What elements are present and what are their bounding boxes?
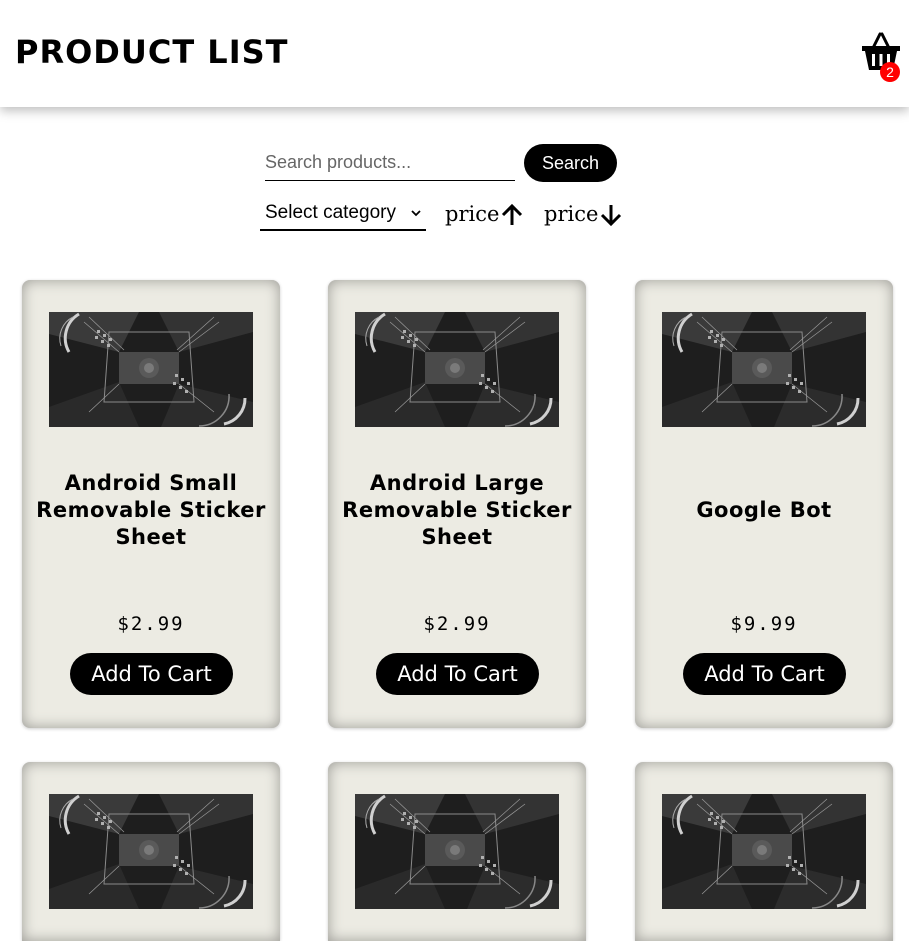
product-card: Android Large Removable Sticker Sheet $2… xyxy=(328,280,586,728)
sort-price-desc-button[interactable]: price xyxy=(544,200,624,230)
product-price: $2.99 xyxy=(117,613,185,635)
category-select[interactable]: Select category xyxy=(260,200,426,231)
product-image xyxy=(49,312,253,427)
product-image xyxy=(662,312,866,427)
sort-price-asc-label: price xyxy=(445,202,500,226)
product-image xyxy=(49,794,253,909)
add-to-cart-button[interactable]: Add To Cart xyxy=(683,653,846,695)
arrow-down-icon xyxy=(600,205,622,227)
add-to-cart-button[interactable]: Add To Cart xyxy=(376,653,539,695)
sort-price-asc-button[interactable]: price xyxy=(445,200,525,230)
product-card xyxy=(328,762,586,941)
product-name: Android Large Removable Sticker Sheet xyxy=(342,470,572,549)
product-card xyxy=(22,762,280,941)
product-name: Android Small Removable Sticker Sheet xyxy=(36,470,266,549)
product-image xyxy=(355,312,559,427)
product-image xyxy=(662,794,866,909)
product-name: Google Bot xyxy=(696,497,832,522)
search-button[interactable]: Search xyxy=(524,144,617,182)
product-card: Google Bot $9.99 Add To Cart xyxy=(635,280,893,728)
search-bar: Search xyxy=(265,144,625,184)
search-input[interactable] xyxy=(265,144,515,181)
product-price: $2.99 xyxy=(423,613,491,635)
filter-bar: Select category price price xyxy=(260,200,660,234)
cart-count-badge: 2 xyxy=(880,62,900,82)
category-select-label: Select category xyxy=(265,202,396,223)
product-image xyxy=(355,794,559,909)
sort-price-desc-label: price xyxy=(544,202,599,226)
arrow-up-icon xyxy=(501,203,523,225)
cart-button[interactable]: 2 xyxy=(860,32,902,82)
product-card xyxy=(635,762,893,941)
chevron-down-icon xyxy=(411,210,421,217)
page-title: PRODUCT LIST xyxy=(15,33,289,71)
app-header: PRODUCT LIST 2 xyxy=(0,0,909,107)
product-price: $9.99 xyxy=(730,613,798,635)
add-to-cart-button[interactable]: Add To Cart xyxy=(70,653,233,695)
product-card: Android Small Removable Sticker Sheet $2… xyxy=(22,280,280,728)
